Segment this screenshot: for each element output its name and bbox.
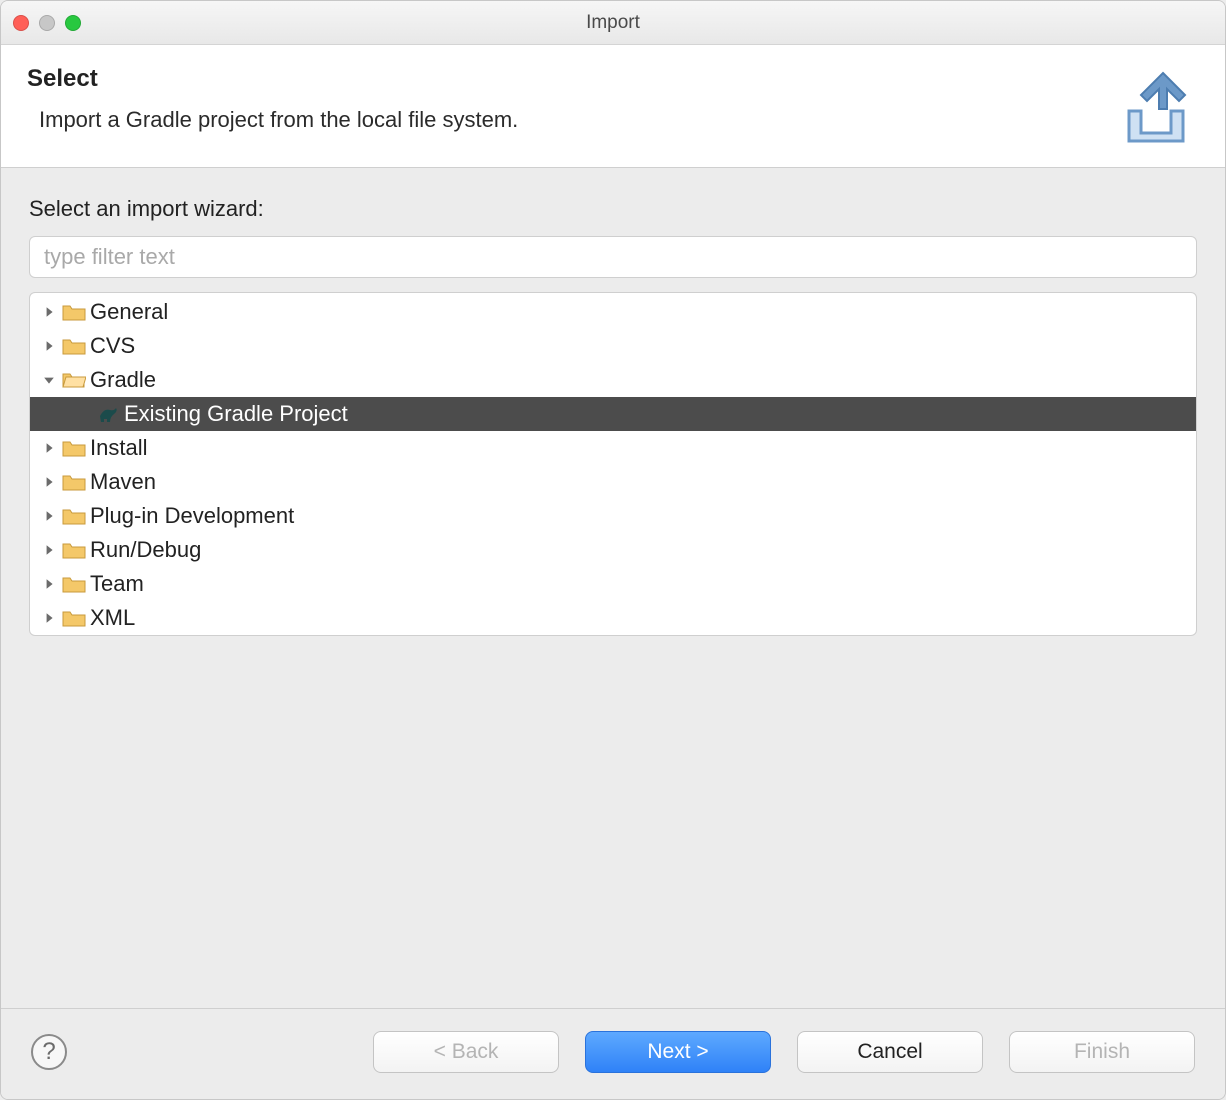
dialog-header-text: Select Import a Gradle project from the … (27, 65, 518, 133)
folder-icon (62, 574, 86, 594)
tree-folder-label: Team (90, 571, 144, 597)
next-button[interactable]: Next > (585, 1031, 771, 1073)
tree-folder[interactable]: CVS (30, 329, 1196, 363)
folder-icon (62, 370, 86, 390)
page-subtitle: Import a Gradle project from the local f… (27, 107, 518, 133)
folder-icon (62, 302, 86, 322)
dialog-window: Import Select Import a Gradle project fr… (0, 0, 1226, 1100)
tree-folder[interactable]: Plug-in Development (30, 499, 1196, 533)
wizard-tree[interactable]: General CVS Gradle Existing Gradle Project I… (29, 292, 1197, 636)
tree-folder-label: General (90, 299, 168, 325)
tree-folder-label: XML (90, 605, 135, 631)
chevron-right-icon (40, 609, 58, 627)
chevron-right-icon (40, 575, 58, 593)
folder-icon (62, 608, 86, 628)
finish-button[interactable]: Finish (1009, 1031, 1195, 1073)
tree-folder[interactable]: XML (30, 601, 1196, 635)
back-button[interactable]: < Back (373, 1031, 559, 1073)
dialog-header: Select Import a Gradle project from the … (1, 45, 1225, 168)
dialog-body: Select an import wizard: General CVS Gradl… (1, 168, 1225, 636)
dialog-footer: ? < Back Next > Cancel Finish (1, 1008, 1225, 1099)
tree-folder[interactable]: Gradle (30, 363, 1196, 397)
chevron-right-icon (40, 473, 58, 491)
tree-folder[interactable]: Install (30, 431, 1196, 465)
gradle-icon (96, 404, 120, 424)
footer-buttons: < Back Next > Cancel Finish (373, 1031, 1195, 1073)
chevron-right-icon (40, 541, 58, 559)
tree-folder-label: Plug-in Development (90, 503, 294, 529)
tree-folder-label: CVS (90, 333, 135, 359)
page-title: Select (27, 65, 518, 93)
window-title: Import (1, 12, 1225, 34)
folder-icon (62, 540, 86, 560)
folder-icon (62, 438, 86, 458)
import-icon (1113, 69, 1199, 143)
filter-input[interactable] (29, 236, 1197, 278)
folder-icon (62, 506, 86, 526)
chevron-right-icon (40, 439, 58, 457)
tree-folder-label: Gradle (90, 367, 156, 393)
cancel-button[interactable]: Cancel (797, 1031, 983, 1073)
tree-folder[interactable]: Team (30, 567, 1196, 601)
tree-folder-label: Install (90, 435, 147, 461)
wizard-label: Select an import wizard: (29, 196, 1197, 222)
chevron-right-icon (40, 507, 58, 525)
tree-folder[interactable]: Run/Debug (30, 533, 1196, 567)
tree-folder[interactable]: Maven (30, 465, 1196, 499)
tree-folder[interactable]: General (30, 295, 1196, 329)
titlebar: Import (1, 1, 1225, 45)
tree-item[interactable]: Existing Gradle Project (30, 397, 1196, 431)
tree-folder-label: Run/Debug (90, 537, 201, 563)
folder-icon (62, 472, 86, 492)
tree-item-label: Existing Gradle Project (124, 401, 348, 427)
chevron-right-icon (40, 337, 58, 355)
help-icon: ? (42, 1038, 55, 1066)
tree-folder-label: Maven (90, 469, 156, 495)
chevron-right-icon (40, 303, 58, 321)
chevron-down-icon (40, 371, 58, 389)
folder-icon (62, 336, 86, 356)
help-button[interactable]: ? (31, 1034, 67, 1070)
